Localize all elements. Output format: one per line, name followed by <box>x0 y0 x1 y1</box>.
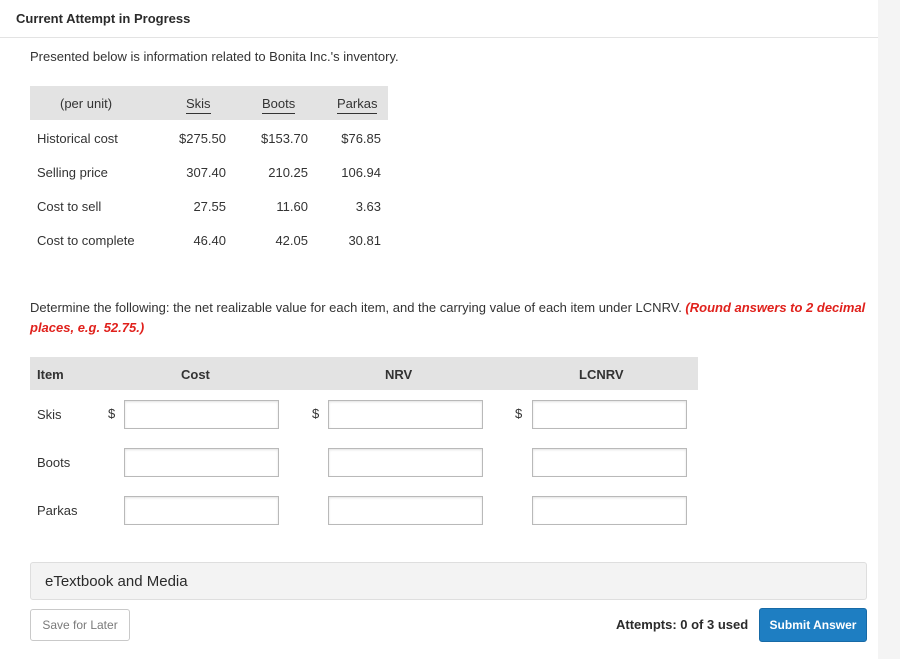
header-boots: Boots <box>262 96 296 114</box>
info-row-selling-price: Selling price 307.40 210.25 106.94 <box>30 165 388 185</box>
info-skis-value: 46.40 <box>193 233 226 248</box>
info-boots-value: 210.25 <box>268 165 308 180</box>
header-parkas: Parkas <box>337 96 378 114</box>
info-parkas-value: $76.85 <box>341 131 381 146</box>
skis-cost-input[interactable] <box>124 400 279 429</box>
boots-lcnrv-input[interactable] <box>532 448 687 477</box>
instructions: Determine the following: the net realiza… <box>30 298 870 338</box>
info-parkas-value: 30.81 <box>348 233 381 248</box>
info-row-label: Cost to sell <box>37 199 102 214</box>
currency-symbol: $ <box>515 406 523 421</box>
etextbook-media-label: eTextbook and Media <box>45 573 188 590</box>
parkas-nrv-input[interactable] <box>328 496 483 525</box>
parkas-lcnrv-input[interactable] <box>532 496 687 525</box>
currency-symbol: $ <box>108 406 116 421</box>
header-skis: Skis <box>186 96 211 114</box>
attempts-counter: Attempts: 0 of 3 used <box>616 617 749 632</box>
info-parkas-value: 3.63 <box>355 199 381 214</box>
question-page: Current Attempt in Progress Presented be… <box>0 0 878 659</box>
info-row-cost-to-sell: Cost to sell 27.55 11.60 3.63 <box>30 199 388 219</box>
header-cost: Cost <box>181 367 210 382</box>
info-parkas-value: 106.94 <box>341 165 381 180</box>
info-row-cost-to-complete: Cost to complete 46.40 42.05 30.81 <box>30 233 388 253</box>
intro-text: Presented below is information related t… <box>30 49 399 64</box>
header-lcnrv: LCNRV <box>579 367 624 382</box>
submit-answer-button[interactable]: Submit Answer <box>759 608 867 642</box>
save-for-later-button[interactable]: Save for Later <box>30 609 130 641</box>
page-title: Current Attempt in Progress <box>16 11 191 26</box>
header-item: Item <box>37 367 64 382</box>
instructions-text: Determine the following: the net realiza… <box>30 300 686 315</box>
info-boots-value: $153.70 <box>261 131 308 146</box>
answer-row-label-boots: Boots <box>37 455 71 470</box>
info-skis-value: 307.40 <box>186 165 226 180</box>
etextbook-media-panel[interactable]: eTextbook and Media <box>30 562 867 600</box>
info-boots-value: 42.05 <box>275 233 308 248</box>
boots-nrv-input[interactable] <box>328 448 483 477</box>
parkas-cost-input[interactable] <box>124 496 279 525</box>
info-table-header: (per unit) Skis Boots Parkas <box>30 86 388 120</box>
boots-cost-input[interactable] <box>124 448 279 477</box>
answer-table-header: Item Cost NRV LCNRV <box>30 357 698 390</box>
answer-row-label-skis: Skis <box>37 407 62 422</box>
info-row-label: Selling price <box>37 165 108 180</box>
header-per-unit: (per unit) <box>60 96 113 111</box>
info-boots-value: 11.60 <box>276 199 308 214</box>
skis-nrv-input[interactable] <box>328 400 483 429</box>
page-header: Current Attempt in Progress <box>0 0 878 38</box>
header-nrv: NRV <box>385 367 413 382</box>
info-skis-value: $275.50 <box>179 131 226 146</box>
currency-symbol: $ <box>312 406 320 421</box>
right-margin-strip <box>878 0 900 659</box>
info-row-historical-cost: Historical cost $275.50 $153.70 $76.85 <box>30 131 388 151</box>
skis-lcnrv-input[interactable] <box>532 400 687 429</box>
info-row-label: Historical cost <box>37 131 118 146</box>
info-row-label: Cost to complete <box>37 233 135 248</box>
info-skis-value: 27.55 <box>193 199 226 214</box>
answer-row-label-parkas: Parkas <box>37 503 78 518</box>
